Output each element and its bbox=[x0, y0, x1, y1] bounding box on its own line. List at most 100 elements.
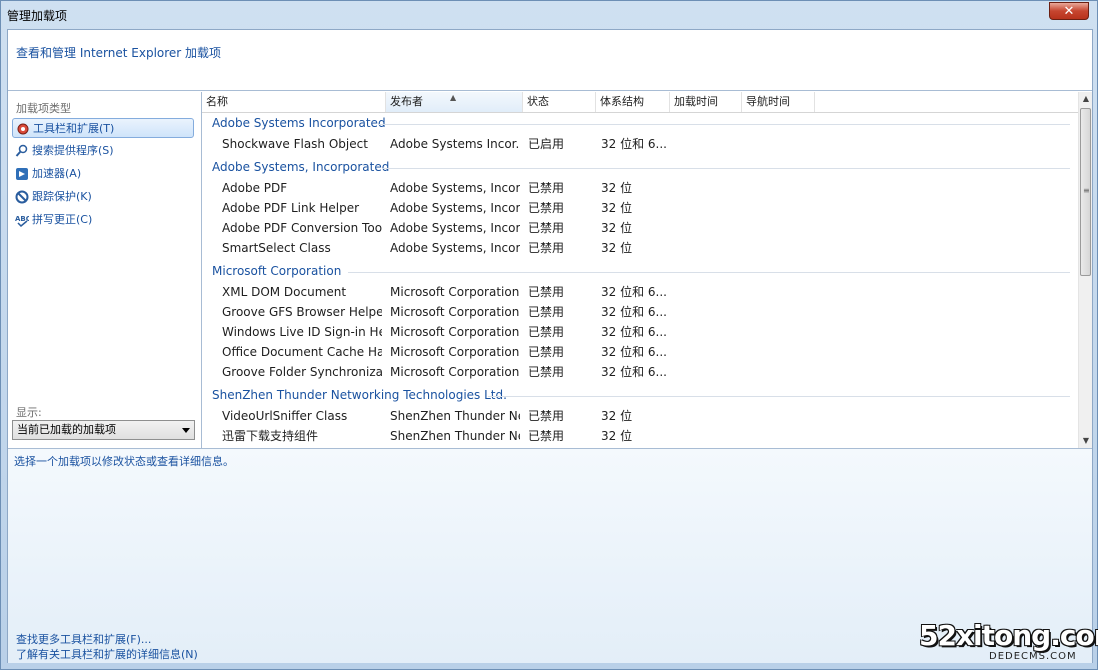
watermark-main-text: 52xitong.com bbox=[919, 619, 1098, 652]
column-header-publisher[interactable]: ▲ 发布者 bbox=[386, 92, 523, 112]
scroll-up-icon[interactable]: ▲ bbox=[1079, 92, 1092, 106]
addon-publisher: Adobe Systems, Incor... bbox=[390, 241, 520, 255]
addon-status: 已禁用 bbox=[528, 429, 565, 443]
details-hint: 选择一个加载项以修改状态或查看详细信息。 bbox=[14, 455, 234, 468]
group-divider bbox=[488, 396, 1070, 397]
addon-name: Adobe PDF bbox=[222, 181, 288, 195]
chevron-down-icon bbox=[182, 428, 190, 433]
header: 查看和管理 Internet Explorer 加载项 bbox=[8, 30, 1092, 90]
column-header-navigation-time[interactable]: 导航时间 bbox=[742, 92, 815, 112]
addon-status: 已禁用 bbox=[528, 241, 565, 255]
sort-ascending-icon: ▲ bbox=[450, 93, 457, 102]
table-row[interactable]: Windows Live ID Sign-in Hel... Microsoft… bbox=[202, 322, 1078, 342]
scrollbar-thumb[interactable]: ≡ bbox=[1080, 108, 1091, 276]
table-row[interactable]: Office Document Cache Han... Microsoft C… bbox=[202, 342, 1078, 362]
search-icon bbox=[15, 144, 28, 157]
header-text: 查看和管理 Internet Explorer 加载项 bbox=[16, 46, 222, 60]
addon-publisher: ShenZhen Thunder Ne... bbox=[390, 409, 520, 423]
column-header-publisher-label: 发布者 bbox=[390, 95, 423, 108]
client-area: 查看和管理 Internet Explorer 加载项 加载项类型 工具栏和扩展… bbox=[7, 29, 1093, 663]
addon-architecture: 32 位和 6... bbox=[601, 137, 667, 151]
sidebar-item-search[interactable]: 搜索提供程序(S) bbox=[12, 141, 194, 161]
title-bar: 管理加载项 ✕ bbox=[1, 1, 1097, 27]
addon-architecture: 32 位 bbox=[601, 221, 633, 235]
addon-manager-window: 管理加载项 ✕ 查看和管理 Internet Explorer 加载项 加载项类… bbox=[0, 0, 1098, 670]
table-row[interactable]: Adobe PDF Link Helper Adobe Systems, Inc… bbox=[202, 198, 1078, 218]
addon-architecture: 32 位 bbox=[601, 429, 633, 443]
addon-name: VideoUrlSniffer Class bbox=[222, 409, 348, 423]
table-row[interactable]: VideoUrlSniffer Class ShenZhen Thunder N… bbox=[202, 406, 1078, 426]
find-more-link[interactable]: 查找更多工具栏和扩展(F)... bbox=[16, 631, 151, 647]
sidebar-item-toolbars[interactable]: 工具栏和扩展(T) bbox=[12, 118, 194, 138]
group-divider bbox=[378, 124, 1070, 125]
accelerator-icon bbox=[16, 168, 28, 180]
sidebar-item-tracking[interactable]: 跟踪保护(K) bbox=[12, 187, 194, 207]
addon-name: SmartSelect Class bbox=[222, 241, 331, 255]
table-row[interactable]: Groove GFS Browser Helper Microsoft Corp… bbox=[202, 302, 1078, 322]
addon-status: 已禁用 bbox=[528, 221, 565, 235]
group-divider bbox=[348, 272, 1070, 273]
addon-name: Groove GFS Browser Helper bbox=[222, 305, 382, 319]
table-row[interactable]: Shockwave Flash Object Adobe Systems Inc… bbox=[202, 134, 1078, 154]
addon-publisher: Microsoft Corporation bbox=[390, 325, 520, 339]
addon-publisher: Microsoft Corporation bbox=[390, 285, 520, 299]
show-dropdown-value: 当前已加载的加载项 bbox=[17, 423, 116, 436]
column-header-architecture[interactable]: 体系结构 bbox=[596, 92, 670, 112]
column-header-load-time[interactable]: 加载时间 bbox=[670, 92, 742, 112]
sidebar-item-label: 工具栏和扩展(T) bbox=[33, 122, 115, 135]
spellcheck-icon: ABC bbox=[15, 215, 29, 227]
addon-status: 已禁用 bbox=[528, 345, 565, 359]
addon-name: XML DOM Document bbox=[222, 285, 347, 299]
addon-status: 已禁用 bbox=[528, 409, 565, 423]
header-divider bbox=[8, 90, 1092, 91]
scroll-down-icon[interactable]: ▼ bbox=[1079, 434, 1092, 448]
show-label: 显示: bbox=[16, 406, 42, 419]
column-header-status[interactable]: 状态 bbox=[523, 92, 596, 112]
watermark-logo: 52xitong.com DEDECMS.COM bbox=[919, 619, 1098, 665]
group-header: Adobe Systems, Incorporated bbox=[212, 160, 390, 174]
addon-publisher: Microsoft Corporation bbox=[390, 345, 520, 359]
addon-architecture: 32 位和 6... bbox=[601, 325, 667, 339]
table-row[interactable]: Adobe PDF Adobe Systems, Incor... 已禁用 32… bbox=[202, 178, 1078, 198]
gear-icon bbox=[17, 123, 29, 135]
vertical-scrollbar[interactable]: ▲ ≡ ▼ bbox=[1078, 92, 1092, 448]
addon-publisher: Adobe Systems, Incor... bbox=[390, 221, 520, 235]
addon-architecture: 32 位和 6... bbox=[601, 365, 667, 379]
column-header-name[interactable]: 名称 bbox=[202, 92, 386, 112]
addon-status: 已禁用 bbox=[528, 285, 565, 299]
watermark-sub-text: DEDECMS.COM bbox=[989, 651, 1077, 662]
table-row[interactable]: Adobe PDF Conversion Tool... Adobe Syste… bbox=[202, 218, 1078, 238]
addon-name: Adobe PDF Link Helper bbox=[222, 201, 360, 215]
addon-publisher: Microsoft Corporation bbox=[390, 365, 520, 379]
sidebar-item-label: 拼写更正(C) bbox=[32, 213, 93, 226]
group-divider bbox=[382, 168, 1070, 169]
learn-more-link[interactable]: 了解有关工具栏和扩展的详细信息(N) bbox=[16, 646, 198, 662]
addon-status: 已禁用 bbox=[528, 181, 565, 195]
table-row[interactable]: SmartSelect Class Adobe Systems, Incor..… bbox=[202, 238, 1078, 258]
table-row[interactable]: 迅雷下载支持组件 ShenZhen Thunder Ne... 已禁用 32 位 bbox=[202, 426, 1078, 446]
show-dropdown[interactable]: 当前已加载的加载项 bbox=[12, 420, 195, 440]
sidebar-item-spelling[interactable]: ABC 拼写更正(C) bbox=[12, 210, 194, 230]
addon-architecture: 32 位 bbox=[601, 201, 633, 215]
sidebar-item-accelerators[interactable]: 加速器(A) bbox=[12, 164, 194, 184]
addon-name: Groove Folder Synchronizati... bbox=[222, 365, 382, 379]
block-icon bbox=[15, 190, 29, 204]
addon-list: 名称 ▲ 发布者 状态 体系结构 加载时间 导航时间 Adobe Systems… bbox=[202, 92, 1092, 448]
addon-status: 已禁用 bbox=[528, 365, 565, 379]
sidebar-item-label: 加速器(A) bbox=[32, 167, 82, 180]
close-button[interactable]: ✕ bbox=[1049, 2, 1089, 20]
group-header: ShenZhen Thunder Networking Technologies… bbox=[212, 388, 507, 402]
table-row[interactable]: XML DOM Document Microsoft Corporation 已… bbox=[202, 282, 1078, 302]
addon-name: Adobe PDF Conversion Tool... bbox=[222, 221, 382, 235]
group-header: Microsoft Corporation bbox=[212, 264, 342, 278]
addon-architecture: 32 位和 6... bbox=[601, 345, 667, 359]
table-row[interactable]: Groove Folder Synchronizati... Microsoft… bbox=[202, 362, 1078, 382]
group-header: Adobe Systems Incorporated bbox=[212, 116, 386, 130]
addon-architecture: 32 位 bbox=[601, 409, 633, 423]
addon-name: Windows Live ID Sign-in Hel... bbox=[222, 325, 382, 339]
addon-status: 已禁用 bbox=[528, 325, 565, 339]
addon-architecture: 32 位 bbox=[601, 241, 633, 255]
addon-name: Office Document Cache Han... bbox=[222, 345, 382, 359]
addon-publisher: Adobe Systems Incor... bbox=[390, 137, 520, 151]
sidebar-item-label: 跟踪保护(K) bbox=[32, 190, 92, 203]
